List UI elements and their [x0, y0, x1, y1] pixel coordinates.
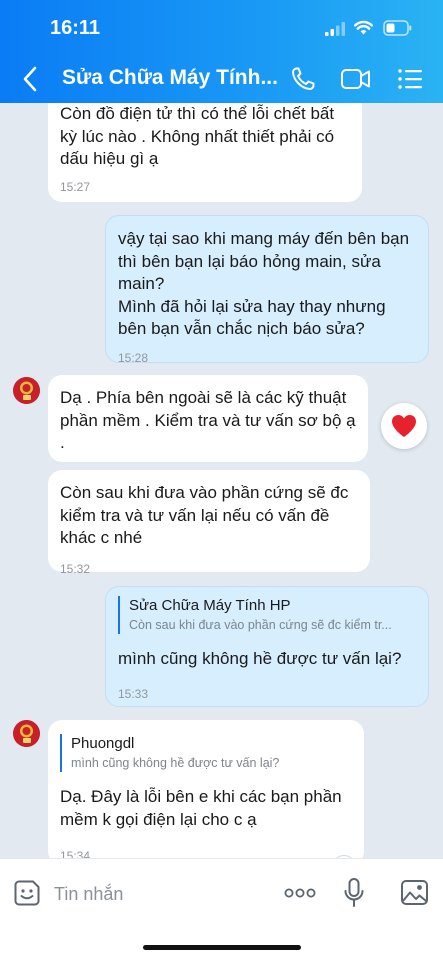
message-text: vậy tại sao khi mang máy đến bên bạn thì… — [118, 229, 410, 338]
message-bubble-incoming[interactable]: Phuongdl mình cũng không hề được tư vấn … — [48, 720, 364, 858]
video-call-icon[interactable] — [340, 66, 372, 92]
quoted-message[interactable]: Sửa Chữa Máy Tính HP Còn sau khi đưa vào… — [118, 596, 416, 634]
quote-text: Còn sau khi đưa vào phần cứng sẽ đc kiểm… — [129, 618, 392, 632]
avatar[interactable] — [13, 377, 40, 404]
message-input[interactable]: Tin nhắn — [54, 884, 123, 905]
heart-reaction[interactable] — [381, 403, 427, 449]
message-bubble-outgoing[interactable]: vậy tại sao khi mang máy đến bên bạn thì… — [105, 215, 429, 365]
message-input-bar: Tin nhắn — [0, 858, 443, 960]
message-bubble-outgoing[interactable]: Sửa Chữa Máy Tính HP Còn sau khi đưa vào… — [105, 586, 429, 707]
quote-sender: Phuongdl — [71, 735, 135, 752]
status-time: 16:11 — [50, 17, 101, 39]
message-text: mình cũng không hề được tư vấn lại? — [118, 649, 402, 668]
heart-icon — [392, 415, 416, 437]
message-time: 15:27 — [60, 179, 91, 194]
message-list[interactable]: Còn đồ điện tử thì có thể lỗi chết bất k… — [0, 103, 443, 858]
message-time: 15:34 — [60, 849, 91, 858]
message-time: 15:28 — [118, 350, 149, 365]
avatar[interactable] — [13, 720, 40, 747]
message-bubble-incoming[interactable]: Còn sau khi đưa vào phần cứng sẽ đc kiểm… — [48, 470, 370, 576]
wifi-icon — [354, 20, 373, 35]
quote-text: mình cũng không hề được tư vấn lại? — [71, 756, 280, 770]
more-options-icon[interactable] — [284, 888, 316, 898]
message-bubble-incoming[interactable]: Dạ . Phía bên ngoài sẽ là các kỹ thuật p… — [48, 375, 368, 462]
message-text: Còn sau khi đưa vào phần cứng sẽ đc kiểm… — [60, 483, 349, 547]
message-text: Còn đồ điện tử thì có thể lỗi chết bất k… — [60, 104, 335, 168]
message-bubble-incoming[interactable]: Còn đồ điện tử thì có thể lỗi chết bất k… — [48, 103, 362, 202]
signal-icon — [325, 22, 345, 36]
quoted-message[interactable]: Phuongdl mình cũng không hề được tư vấn … — [60, 734, 352, 772]
message-time: 15:33 — [118, 686, 149, 701]
sticker-icon[interactable] — [13, 879, 41, 907]
message-text: Dạ. Đây là lỗi bên e khi các bạn phần mề… — [60, 787, 342, 829]
back-icon[interactable] — [22, 65, 38, 93]
chat-header: 16:11 Sửa Chữa Máy Tính... — [0, 0, 443, 103]
image-gallery-icon[interactable] — [400, 879, 429, 906]
chat-title[interactable]: Sửa Chữa Máy Tính... — [62, 66, 278, 90]
home-indicator — [143, 945, 301, 950]
battery-icon — [383, 20, 412, 36]
quote-sender: Sửa Chữa Máy Tính HP — [129, 597, 291, 614]
message-time: 15:32 — [60, 561, 91, 576]
menu-list-icon[interactable] — [396, 66, 424, 92]
microphone-icon[interactable] — [343, 877, 365, 909]
message-text: Dạ . Phía bên ngoài sẽ là các kỹ thuật p… — [60, 388, 356, 452]
phone-icon[interactable] — [290, 66, 318, 92]
